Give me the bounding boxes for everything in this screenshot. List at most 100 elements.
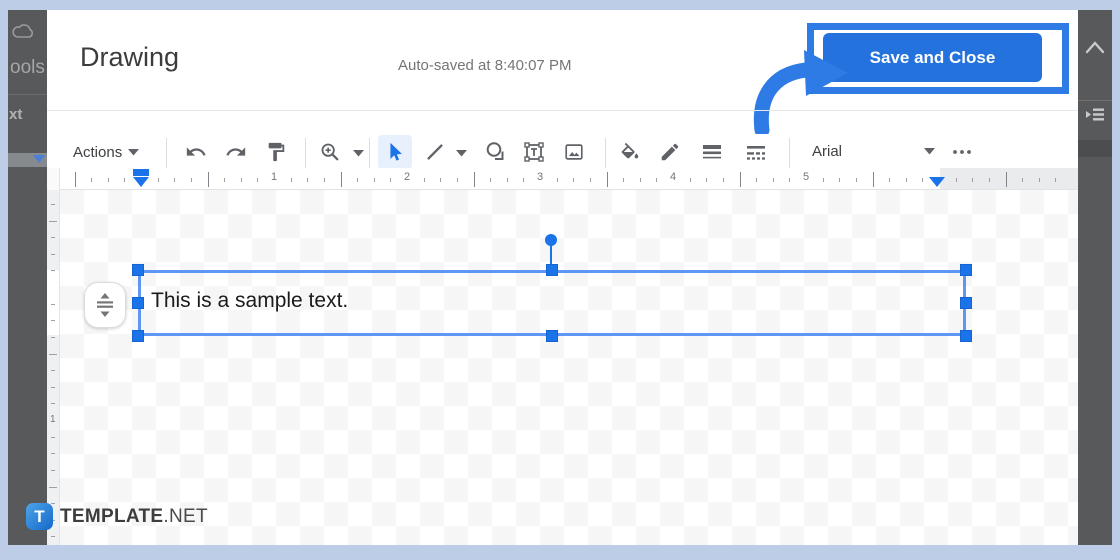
- resize-handle[interactable]: [132, 264, 144, 276]
- ruler-tick: [107, 178, 109, 182]
- ruler-number: 4: [669, 171, 677, 183]
- redo-button[interactable]: [219, 135, 253, 169]
- ruler-tick: [323, 178, 325, 182]
- resize-handle[interactable]: [960, 297, 972, 309]
- ruler-tick: [1005, 172, 1007, 187]
- line-dash-button[interactable]: [739, 135, 773, 169]
- ruler-tick: [51, 453, 55, 455]
- more-options-button[interactable]: [945, 135, 979, 169]
- zoom-in-icon: [321, 143, 339, 161]
- ruler-tick: [51, 436, 55, 438]
- line-tool-button[interactable]: [418, 135, 452, 169]
- left-margin-marker[interactable]: [133, 177, 149, 187]
- background-ruler-marker: [33, 155, 45, 163]
- ruler-tick: [789, 178, 791, 182]
- ruler-tick: [955, 178, 957, 182]
- line-spacing-button[interactable]: [84, 282, 126, 328]
- vertical-ruler[interactable]: 1: [47, 190, 60, 545]
- toolbar-divider: [166, 138, 167, 168]
- ruler-number: 2: [403, 171, 411, 183]
- dialog-title: Drawing: [80, 42, 180, 72]
- ruler-tick: [456, 178, 458, 182]
- line-dropdown-caret[interactable]: [453, 143, 469, 161]
- ruler-tick: [972, 178, 974, 182]
- ruler-tick: [257, 178, 259, 182]
- zoom-dropdown-caret[interactable]: [350, 143, 366, 161]
- ruler-tick: [290, 178, 292, 182]
- line-color-button[interactable]: [653, 135, 687, 169]
- resize-handle[interactable]: [960, 264, 972, 276]
- cloud-icon: [12, 24, 33, 38]
- ruler-tick: [656, 178, 658, 182]
- resize-handle[interactable]: [960, 330, 972, 342]
- fill-color-button[interactable]: [613, 135, 647, 169]
- ruler-tick: [51, 536, 55, 538]
- ruler-tick: [589, 178, 591, 182]
- resize-handle[interactable]: [546, 330, 558, 342]
- template-net-logo: T: [26, 503, 53, 530]
- undo-button[interactable]: [179, 135, 213, 169]
- text-box-tool-button[interactable]: [517, 135, 551, 169]
- shape-tool-button[interactable]: [479, 135, 513, 169]
- fill-color-icon: [621, 142, 639, 159]
- font-name-label: Arial: [812, 143, 843, 160]
- toolbar-divider: [369, 138, 370, 168]
- line-weight-button[interactable]: [695, 135, 729, 169]
- resize-handle[interactable]: [546, 264, 558, 276]
- ruler-tick: [1038, 178, 1040, 182]
- left-margin-marker-bar[interactable]: [133, 169, 149, 176]
- chevron-up-icon[interactable]: [1084, 38, 1106, 58]
- right-margin-marker[interactable]: [929, 177, 945, 187]
- ruler-tick: [506, 178, 508, 182]
- text-box-icon: [524, 142, 544, 162]
- ruler-tick: [739, 172, 741, 187]
- ruler-tick: [157, 178, 159, 182]
- line-spacing-icon: [97, 293, 113, 317]
- ruler-tick: [224, 178, 226, 182]
- ruler-tick: [772, 178, 774, 182]
- image-tool-button[interactable]: [557, 135, 591, 169]
- chevron-down-icon: [924, 148, 935, 155]
- resize-handle[interactable]: [132, 330, 144, 342]
- background-text-fragment: xt: [9, 106, 23, 123]
- actions-menu-button[interactable]: Actions: [73, 135, 140, 169]
- font-family-select[interactable]: Arial: [803, 135, 943, 169]
- ruler-tick: [51, 237, 55, 239]
- select-tool-button[interactable]: [378, 135, 412, 169]
- line-dash-icon: [747, 146, 765, 160]
- image-icon: [565, 144, 583, 160]
- ruler-tick: [490, 178, 492, 182]
- ruler-tick: [51, 469, 55, 471]
- redo-icon: [226, 147, 246, 156]
- ruler-tick: [988, 178, 990, 182]
- document-outline-icon[interactable]: [1085, 106, 1105, 124]
- ruler-tick: [606, 172, 608, 187]
- ruler-tick: [722, 178, 724, 182]
- ruler-tick: [440, 178, 442, 182]
- paint-format-button[interactable]: [259, 135, 293, 169]
- rotation-handle-stem: [550, 245, 552, 265]
- ruler-tick: [756, 178, 758, 182]
- line-icon: [427, 144, 443, 160]
- brand-suffix: .NET: [163, 505, 208, 527]
- selected-text-box[interactable]: This is a sample text.: [138, 270, 966, 336]
- drawing-canvas[interactable]: This is a sample text.: [60, 190, 1078, 545]
- ruler-tick: [51, 403, 55, 405]
- horizontal-ruler[interactable]: 1 2 3 4 5: [60, 168, 1078, 190]
- background-divider: [8, 94, 47, 95]
- rotation-handle[interactable]: [545, 234, 557, 246]
- ruler-tick: [51, 270, 55, 272]
- ruler-tick: [340, 172, 342, 187]
- ruler-tick: [822, 178, 824, 182]
- ruler-tick: [357, 178, 359, 182]
- ruler-tick: [51, 336, 55, 338]
- ruler-tick: [74, 172, 76, 187]
- ruler-tick: [240, 178, 242, 182]
- cursor-arrow-icon: [390, 142, 402, 161]
- ruler-number: 1: [270, 171, 278, 183]
- dimmed-background-left: ools xt: [8, 10, 47, 545]
- ruler-tick: [49, 220, 57, 222]
- background-divider: [1078, 100, 1112, 101]
- resize-handle[interactable]: [132, 297, 144, 309]
- zoom-button[interactable]: [313, 135, 347, 169]
